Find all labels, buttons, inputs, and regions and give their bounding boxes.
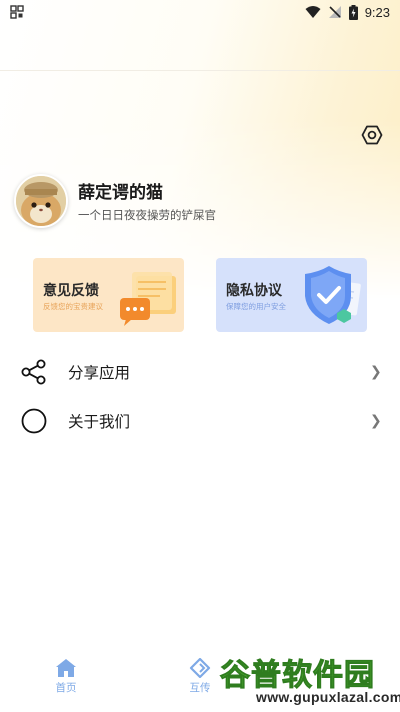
nav-item-transfer[interactable]: 互传 [180, 658, 220, 695]
nav-label-transfer: 互传 [189, 682, 211, 694]
nav-item-home[interactable]: 首页 [46, 658, 86, 695]
home-icon [56, 659, 76, 677]
settings-hexagon-icon [361, 125, 383, 145]
header-divider [0, 70, 400, 71]
menu-item-about-us[interactable]: 关于我们 ❯ [0, 397, 400, 445]
chevron-right-icon: ❯ [370, 364, 382, 380]
circle-info-icon [20, 407, 48, 435]
user-bio: 一个日日夜夜操劳的铲屎官 [78, 208, 216, 222]
cat-avatar-image [16, 176, 66, 226]
settings-button[interactable] [361, 124, 383, 146]
status-bar: 9:23 [0, 0, 400, 24]
avatar[interactable] [14, 174, 68, 228]
privacy-card[interactable]: 隐私协议 保障您的用户安全 [216, 258, 367, 332]
share-icon [20, 358, 48, 386]
feedback-card-subtitle: 反馈您的宝贵建议 [43, 302, 103, 311]
shield-icon [305, 266, 361, 324]
privacy-card-title: 隐私协议 [226, 283, 282, 299]
username: 薛定谔的猫 [78, 183, 163, 203]
feedback-card-title: 意见反馈 [43, 283, 99, 299]
menu-item-share-app[interactable]: 分享应用 ❯ [0, 348, 400, 396]
menu-item-label: 分享应用 [68, 364, 131, 382]
watermark-url: www.gupuxlazal.com [256, 689, 400, 705]
privacy-card-subtitle: 保障您的用户安全 [226, 302, 286, 311]
feedback-card[interactable]: 意见反馈 反馈您的宝贵建议 [33, 258, 184, 332]
watermark-title: 谷普软件园 [220, 658, 375, 694]
chevron-right-icon: ❯ [370, 413, 382, 429]
menu-item-label: 关于我们 [68, 413, 131, 431]
battery-charging-icon [348, 4, 358, 20]
header-background [0, 0, 400, 300]
qr-app-icon [10, 5, 24, 19]
transfer-icon [189, 658, 211, 678]
wifi-icon [305, 6, 321, 18]
chat-bubble-icon [120, 272, 176, 326]
user-profile[interactable]: 薛定谔的猫 一个日日夜夜操劳的铲屎官 [14, 174, 384, 230]
watermark: 谷普软件园 www.gupuxlazal.com [216, 648, 400, 712]
status-time: 9:23 [364, 4, 390, 20]
nav-label-home: 首页 [55, 682, 77, 694]
no-signal-icon [328, 6, 341, 18]
